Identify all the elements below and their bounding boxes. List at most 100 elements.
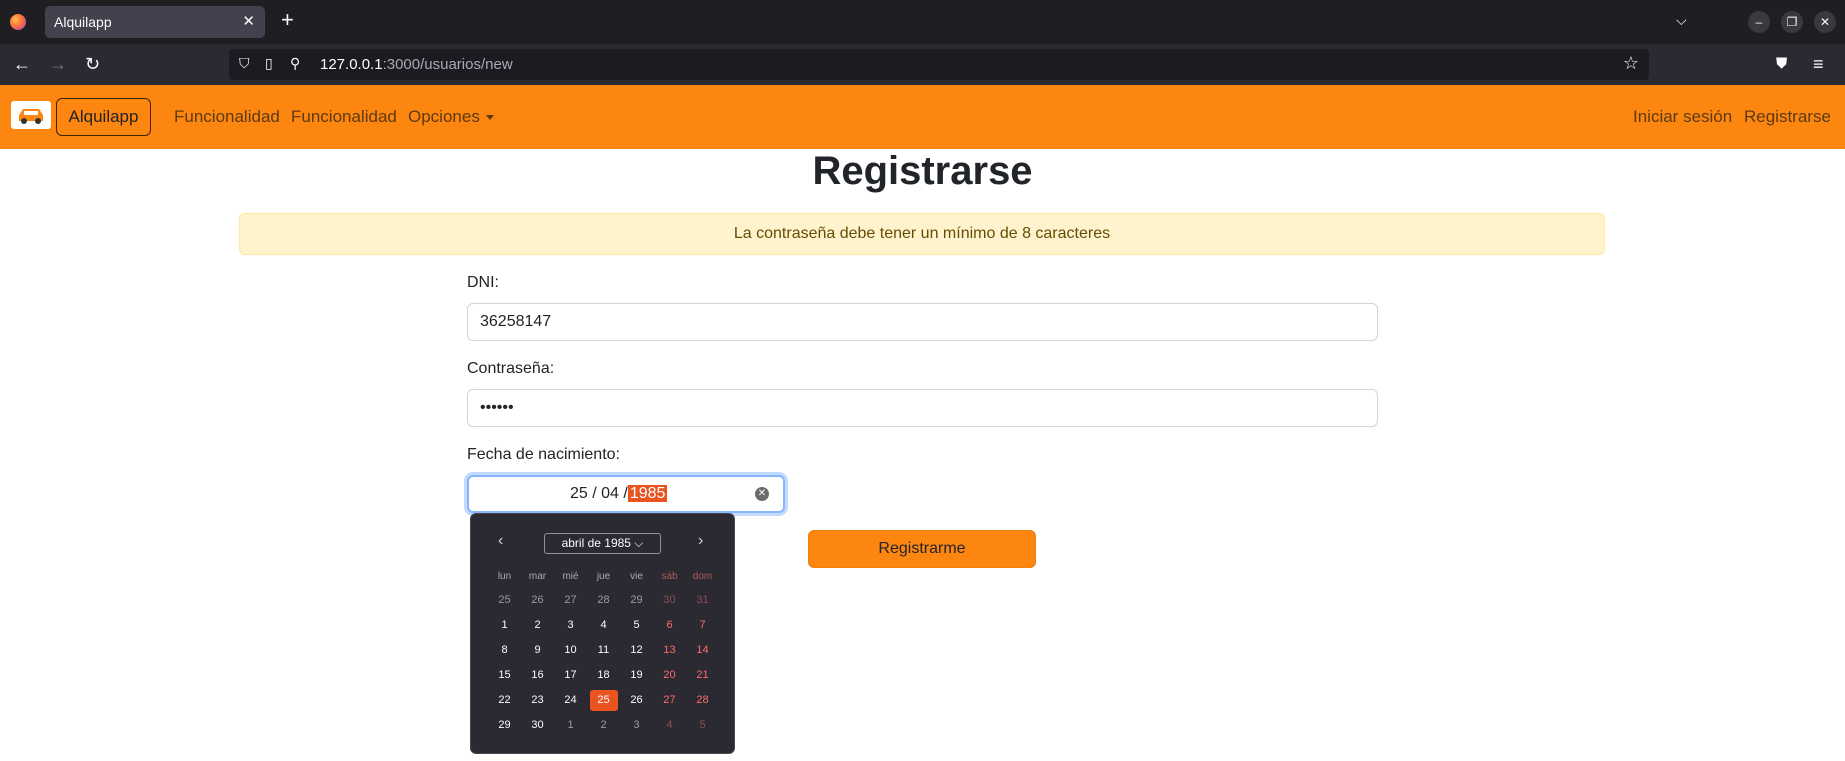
calendar-day[interactable]: 28 (587, 588, 620, 613)
pocket-icon[interactable]: ⛊ (1776, 52, 1787, 76)
calendar-day-number: 29 (498, 719, 511, 731)
calendar-day[interactable]: 13 (653, 638, 686, 663)
calendar-day[interactable]: 5 (620, 613, 653, 638)
nav-opciones-dropdown[interactable]: Opciones (408, 107, 494, 127)
calendar-day-selected[interactable]: 25 (587, 688, 620, 713)
calendar-day-number: 28 (696, 694, 709, 706)
calendar-day[interactable]: 14 (686, 638, 719, 663)
calendar-day[interactable]: 4 (653, 713, 686, 738)
new-tab-icon[interactable]: + (281, 9, 294, 31)
calendar-day[interactable]: 3 (554, 613, 587, 638)
birthdate-month[interactable]: 04 (601, 485, 619, 502)
calendar-day[interactable]: 5 (686, 713, 719, 738)
url-text: 127.0.0.1:3000/usuarios/new (320, 56, 513, 73)
browser-tab[interactable]: Alquilapp ✕ (45, 6, 265, 38)
next-month-icon[interactable]: › (698, 532, 703, 550)
calendar-day[interactable]: 22 (488, 688, 521, 713)
weekday-header: mar (528, 571, 547, 582)
close-window-icon[interactable]: ✕ (1814, 11, 1836, 33)
calendar-day-number: 27 (564, 594, 577, 606)
month-year-label: abril de 1985 (561, 536, 631, 550)
birthdate-year[interactable]: 1985 (627, 485, 668, 502)
calendar-day[interactable]: 4 (587, 613, 620, 638)
birthdate-day[interactable]: 25 (570, 485, 588, 502)
nav-registrarse[interactable]: Registrarse (1744, 107, 1831, 127)
birthdate-input[interactable]: 25 / 04 /1985 ✕ (467, 475, 785, 513)
minimize-icon[interactable]: – (1748, 11, 1770, 33)
password-input[interactable]: •••••• (467, 389, 1378, 427)
bookmark-star-icon[interactable]: ☆ (1623, 53, 1639, 74)
weekday-header: vie (630, 571, 643, 582)
calendar-day[interactable]: 21 (686, 663, 719, 688)
calendar-day-number: 20 (663, 669, 676, 681)
calendar-day[interactable]: 29 (620, 588, 653, 613)
calendar-day[interactable]: 26 (620, 688, 653, 713)
calendar-day[interactable]: 2 (521, 613, 554, 638)
calendar-day-number: 8 (501, 644, 508, 656)
calendar-day[interactable]: 6 (653, 613, 686, 638)
calendar-day[interactable]: 30 (521, 713, 554, 738)
car-logo-icon[interactable] (11, 101, 51, 129)
permissions-icon[interactable]: ⚲ (290, 55, 300, 72)
calendar-day[interactable]: 10 (554, 638, 587, 663)
weekday-header: dom (692, 571, 713, 582)
month-year-select[interactable]: abril de 1985 ⌵ (544, 533, 661, 554)
nav-funcionalidad-1[interactable]: Funcionalidad (174, 107, 280, 127)
clear-date-icon[interactable]: ✕ (755, 487, 769, 501)
calendar-day[interactable]: 19 (620, 663, 653, 688)
calendar-day[interactable]: 31 (686, 588, 719, 613)
calendar-day[interactable]: 9 (521, 638, 554, 663)
calendar-day[interactable]: 12 (620, 638, 653, 663)
prev-month-icon[interactable]: ‹ (498, 532, 503, 550)
calendar-day[interactable]: 25 (488, 588, 521, 613)
firefox-logo-icon (10, 14, 26, 30)
reload-icon[interactable]: ↻ (85, 52, 100, 76)
restore-icon[interactable]: ❐ (1781, 11, 1803, 33)
calendar-day[interactable]: 2 (587, 713, 620, 738)
calendar-day[interactable]: 17 (554, 663, 587, 688)
weekday-header: lun (497, 571, 512, 582)
calendar-day-number: 4 (600, 619, 607, 631)
calendar-day[interactable]: 28 (686, 688, 719, 713)
calendar-day[interactable]: 26 (521, 588, 554, 613)
calendar-day-number: 15 (498, 669, 511, 681)
calendar-day[interactable]: 8 (488, 638, 521, 663)
calendar-day[interactable]: 23 (521, 688, 554, 713)
calendar-day[interactable]: 20 (653, 663, 686, 688)
calendar-day-number: 5 (699, 719, 706, 731)
app-menu-icon[interactable]: ≡ (1813, 52, 1824, 76)
calendar-day[interactable]: 1 (488, 613, 521, 638)
calendar-day-number: 7 (699, 619, 706, 631)
forward-icon[interactable]: → (49, 52, 67, 76)
calendar-day[interactable]: 15 (488, 663, 521, 688)
shield-icon[interactable]: ⛉ (239, 55, 250, 72)
page-icon[interactable]: ▯ (265, 55, 273, 72)
register-submit-button[interactable]: Registrarme (808, 530, 1036, 568)
browser-tab-bar: Alquilapp ✕ + ⌵ – ❐ ✕ (0, 0, 1845, 44)
calendar-day-number: 21 (696, 669, 709, 681)
calendar-day[interactable]: 27 (554, 588, 587, 613)
calendar-day[interactable]: 1 (554, 713, 587, 738)
dni-input[interactable]: 36258147 (467, 303, 1378, 341)
warning-alert: La contraseña debe tener un mínimo de 8 … (239, 213, 1605, 255)
calendar-day[interactable]: 18 (587, 663, 620, 688)
calendar-day-number: 4 (666, 719, 673, 731)
nav-iniciar-sesion[interactable]: Iniciar sesión (1633, 107, 1732, 127)
calendar-day-number: 2 (600, 719, 607, 731)
url-bar[interactable]: ⛉ ▯ ⚲ 127.0.0.1:3000/usuarios/new ☆ (229, 49, 1649, 80)
calendar-day[interactable]: 27 (653, 688, 686, 713)
calendar-day[interactable]: 24 (554, 688, 587, 713)
calendar-day[interactable]: 7 (686, 613, 719, 638)
calendar-day[interactable]: 30 (653, 588, 686, 613)
list-tabs-icon[interactable]: ⌵ (1676, 12, 1687, 29)
nav-opciones-label: Opciones (408, 107, 480, 126)
calendar-day[interactable]: 11 (587, 638, 620, 663)
calendar-day[interactable]: 16 (521, 663, 554, 688)
tab-close-icon[interactable]: ✕ (242, 12, 255, 30)
back-icon[interactable]: ← (13, 52, 31, 76)
calendar-day[interactable]: 3 (620, 713, 653, 738)
nav-funcionalidad-2[interactable]: Funcionalidad (291, 107, 397, 127)
calendar-day[interactable]: 29 (488, 713, 521, 738)
brand-button[interactable]: Alquilapp (56, 98, 151, 136)
calendar-day-number: 31 (696, 594, 709, 606)
